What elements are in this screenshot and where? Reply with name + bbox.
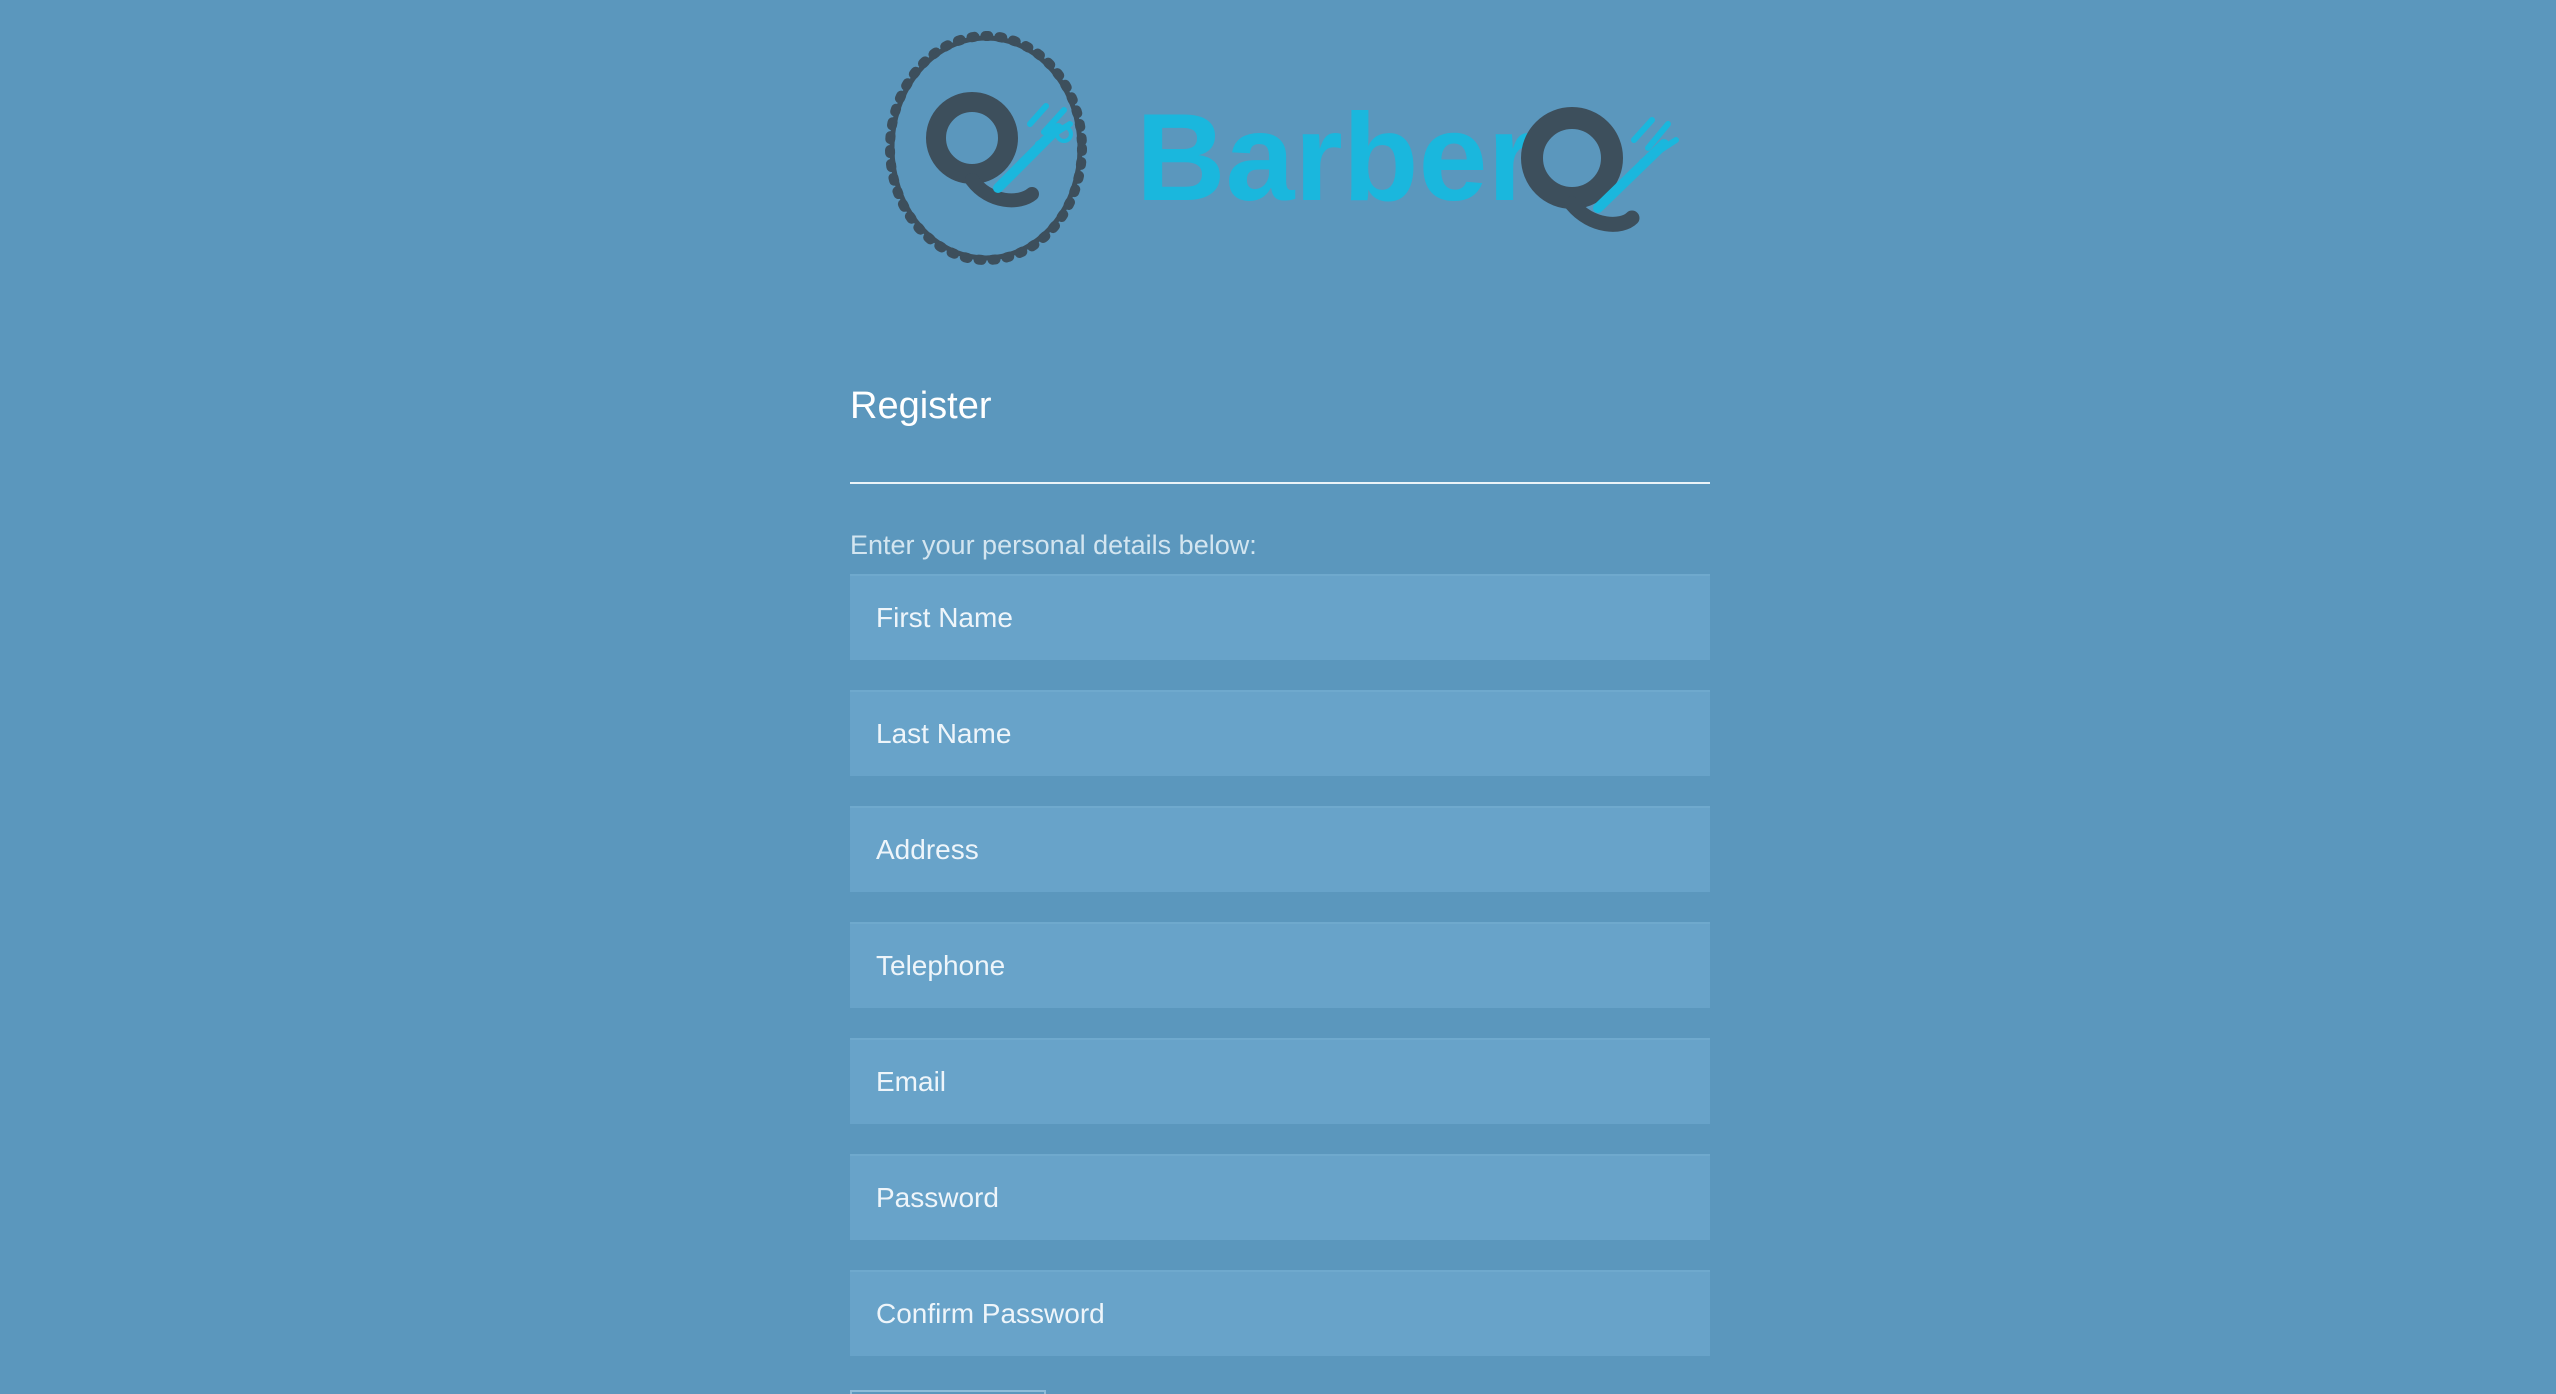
logo-q-icon (1521, 107, 1679, 232)
first-name-input[interactable] (850, 574, 1710, 660)
logo-brand-text: Barber (1136, 89, 1536, 227)
title-divider (850, 482, 1710, 484)
submit-button-partial[interactable] (850, 1390, 1046, 1394)
register-form: Register Enter your personal details bel… (850, 370, 1710, 1386)
telephone-input[interactable] (850, 922, 1710, 1008)
email-input[interactable] (850, 1038, 1710, 1124)
form-subtitle: Enter your personal details below: (850, 530, 1257, 560)
address-input[interactable] (850, 806, 1710, 892)
register-page: Barber Register Enter your personal deta… (0, 0, 2556, 1394)
form-fields (850, 574, 1710, 1356)
last-name-input[interactable] (850, 690, 1710, 776)
password-input[interactable] (850, 1154, 1710, 1240)
logo-badge-icon (885, 31, 1087, 265)
form-title: Register (850, 385, 992, 427)
confirm-password-input[interactable] (850, 1270, 1710, 1356)
barberq-logo: Barber (880, 28, 1680, 268)
